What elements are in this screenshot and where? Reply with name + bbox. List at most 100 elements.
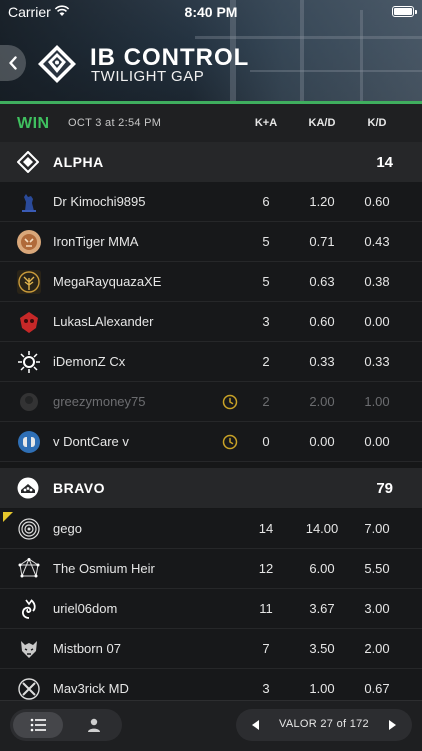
team-score: 79 [376,480,393,497]
alpha-team-icon [17,151,39,173]
left-early-clock-icon [222,434,238,450]
stat-kad: 14.00 [305,521,339,536]
constellation-emblem-icon [17,557,41,581]
player-row[interactable]: Dr Kimochi9895 6 1.20 0.60 [0,182,422,222]
stat-kad: 1.00 [309,681,335,696]
status-time: 8:40 PM [184,4,238,20]
person-icon [88,718,100,732]
stat-kills-assists: 3 [262,681,270,696]
stat-kd: 1.00 [364,394,390,409]
dark-emblem-icon [17,390,41,414]
blue-badge-emblem-icon [17,430,41,454]
player-row[interactable]: iDemonZ Cx 2 0.33 0.33 [0,342,422,382]
player-name: greezymoney75 [53,394,146,409]
stat-kd: 0.67 [364,681,390,696]
player-name: v DontCare v [53,434,129,449]
stat-kd: 0.38 [364,274,390,289]
player-row[interactable]: uriel06dom 11 3.67 3.00 [0,589,422,629]
stat-kd: 0.00 [364,434,390,449]
team-header-bravo: BRAVO 79 [0,468,422,508]
stat-kad: 3.50 [309,641,335,656]
column-header-kills-assists: K+A [254,117,278,129]
player-row[interactable]: greezymoney75 2 2.00 1.00 [0,382,422,422]
stat-kills-assists: 2 [262,394,270,409]
stat-kills-assists: 2 [262,354,270,369]
stat-kills-assists: 5 [262,274,270,289]
stat-kad: 1.20 [309,194,335,209]
stat-kad: 3.67 [309,601,335,616]
spiral-emblem-icon [17,517,41,541]
stat-kad: 0.63 [309,274,335,289]
next-match-button[interactable] [376,709,408,741]
stat-kills-assists: 6 [262,194,270,209]
player-name: LukasLAlexander [53,314,154,329]
red-skull-emblem-icon [17,310,41,334]
triangle-right-icon [389,720,396,730]
team-name: ALPHA [53,154,104,170]
stat-kills-assists: 11 [259,601,273,616]
chevron-left-icon [9,56,17,70]
stat-kills-assists: 3 [262,314,270,329]
blue-cat-emblem-icon [17,190,41,214]
stat-kd: 2.00 [364,641,390,656]
player-row[interactable]: Mistborn 07 7 3.50 2.00 [0,629,422,669]
player-name: IronTiger MMA [53,234,139,249]
player-name: iDemonZ Cx [53,354,126,369]
stat-kd: 7.00 [364,521,390,536]
list-view-button[interactable] [13,712,63,738]
map-name: TWILIGHT GAP [91,68,205,85]
stat-kills-assists: 5 [262,234,270,249]
bravo-team-icon [17,477,39,499]
stat-kd: 0.43 [364,234,390,249]
stat-kills-assists: 7 [262,641,270,656]
list-icon [30,718,46,732]
stat-kad: 0.00 [309,434,335,449]
match-date: OCT 3 at 2:54 PM [68,117,162,129]
stat-kd: 5.50 [364,561,390,576]
player-row[interactable]: LukasLAlexander 3 0.60 0.00 [0,302,422,342]
player-view-button[interactable] [69,712,119,738]
stat-kad: 0.71 [309,234,335,249]
pager-label: VALOR 27 of 172 [279,718,369,730]
stat-kad: 6.00 [309,561,335,576]
tiger-emblem-icon [17,230,41,254]
player-name: MegaRayquazaXE [53,274,162,289]
stat-kd: 0.00 [364,314,390,329]
header-banner: Carrier 8:40 PM IB CONTROL TWILIGHT GAP [0,0,422,104]
stat-kd: 0.60 [364,194,390,209]
player-name: uriel06dom [53,601,118,616]
player-row[interactable]: v DontCare v 0 0.00 0.00 [0,422,422,462]
stat-kad: 0.33 [309,354,335,369]
bottom-toolbar: VALOR 27 of 172 [0,700,422,751]
player-row[interactable]: MegaRayquazaXE 5 0.63 0.38 [0,262,422,302]
player-name: gego [53,521,82,536]
stat-kills-assists: 12 [258,561,274,576]
previous-match-button[interactable] [240,709,272,741]
left-early-clock-icon [222,394,238,410]
stat-kd: 0.33 [364,354,390,369]
eclipse-emblem-icon [17,350,41,374]
team-name: BRAVO [53,480,106,496]
swirl-emblem-icon [17,597,41,621]
column-header-kd: K/D [367,117,387,129]
stat-kd: 3.00 [364,601,390,616]
control-mode-icon [38,45,76,83]
top-player-flag-icon [3,512,13,522]
player-name: The Osmium Heir [53,561,155,576]
status-bar: Carrier 8:40 PM [0,0,422,24]
player-row[interactable]: gego 14 14.00 7.00 [0,509,422,549]
stat-kills-assists: 0 [262,434,270,449]
player-row[interactable]: IronTiger MMA 5 0.71 0.43 [0,222,422,262]
golden-tree-emblem-icon [17,270,41,294]
team-score: 14 [376,154,393,171]
player-row[interactable]: The Osmium Heir 12 6.00 5.50 [0,549,422,589]
player-name: Mistborn 07 [53,641,121,656]
wolf-emblem-icon [17,637,41,661]
view-toggle [10,709,122,741]
match-result-row: WIN OCT 3 at 2:54 PM K+A KA/D K/D [0,104,422,142]
match-outcome: WIN [17,115,50,132]
triangle-left-icon [252,720,259,730]
player-name: Dr Kimochi9895 [53,194,146,209]
valor-pager: VALOR 27 of 172 [236,709,412,741]
stat-kad: 0.60 [309,314,335,329]
